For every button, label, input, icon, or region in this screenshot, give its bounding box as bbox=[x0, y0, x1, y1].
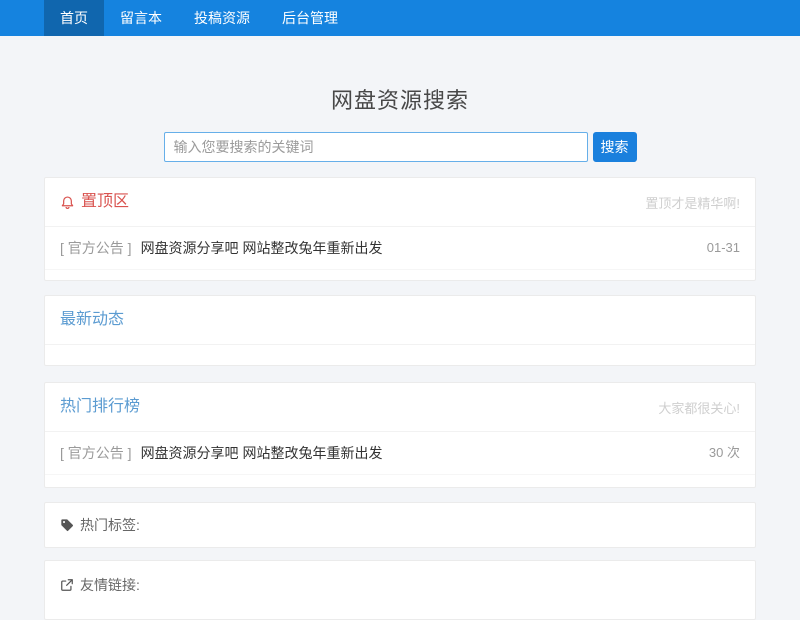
friend-links-panel: 友情链接: bbox=[44, 560, 756, 620]
pinned-panel-title-text: 置顶区 bbox=[81, 191, 129, 213]
post-category-tag: [ 官方公告 ] bbox=[60, 443, 132, 463]
nav-item-submit-resources[interactable]: 投稿资源 bbox=[178, 0, 266, 36]
latest-panel-empty-body bbox=[45, 345, 755, 365]
hot-ranking-panel: 热门排行榜 大家都很关心! [ 官方公告 ] 网盘资源分享吧 网站整改兔年重新出… bbox=[44, 382, 756, 488]
main-container: 网盘资源搜索 搜索 置顶区 置顶才是精华啊! [ 官方公告 ] 网盘资源分享吧 … bbox=[44, 83, 756, 620]
latest-panel-title: 最新动态 bbox=[60, 309, 124, 331]
post-title-link[interactable]: 网盘资源分享吧 网站整改兔年重新出发 bbox=[141, 238, 383, 258]
search-bar: 搜索 bbox=[44, 132, 756, 162]
external-link-icon bbox=[60, 578, 74, 592]
hot-ranking-panel-header: 热门排行榜 大家都很关心! bbox=[45, 383, 755, 432]
bell-icon bbox=[60, 195, 75, 210]
nav-item-home[interactable]: 首页 bbox=[44, 0, 104, 36]
page-title: 网盘资源搜索 bbox=[44, 83, 756, 115]
post-category-tag: [ 官方公告 ] bbox=[60, 238, 132, 258]
pinned-list-item[interactable]: [ 官方公告 ] 网盘资源分享吧 网站整改兔年重新出发 01-31 bbox=[45, 227, 755, 270]
friend-links-label: 友情链接: bbox=[80, 575, 140, 595]
hot-list-item[interactable]: [ 官方公告 ] 网盘资源分享吧 网站整改兔年重新出发 30 次 bbox=[45, 432, 755, 475]
hot-ranking-panel-subtitle: 大家都很关心! bbox=[658, 398, 740, 417]
hot-tags-line: 热门标签: bbox=[45, 503, 755, 547]
pinned-panel: 置顶区 置顶才是精华啊! [ 官方公告 ] 网盘资源分享吧 网站整改兔年重新出发… bbox=[44, 177, 756, 281]
top-navbar: 首页 留言本 投稿资源 后台管理 bbox=[0, 0, 800, 36]
hot-tags-label: 热门标签: bbox=[80, 515, 140, 535]
search-button[interactable]: 搜索 bbox=[593, 132, 637, 162]
post-date: 01-31 bbox=[707, 238, 740, 258]
panel-footer-spacer bbox=[45, 475, 755, 487]
panel-footer-spacer bbox=[45, 270, 755, 280]
friend-links-line: 友情链接: bbox=[45, 561, 755, 607]
pinned-panel-subtitle: 置顶才是精华啊! bbox=[645, 193, 740, 212]
pinned-panel-header: 置顶区 置顶才是精华啊! bbox=[45, 178, 755, 227]
hot-ranking-panel-title: 热门排行榜 bbox=[60, 396, 140, 418]
hot-ranking-panel-title-text: 热门排行榜 bbox=[60, 396, 140, 418]
nav-item-guestbook[interactable]: 留言本 bbox=[104, 0, 178, 36]
pinned-panel-title: 置顶区 bbox=[60, 191, 129, 213]
search-input[interactable] bbox=[164, 132, 588, 162]
latest-panel: 最新动态 bbox=[44, 295, 756, 366]
latest-panel-header: 最新动态 bbox=[45, 296, 755, 345]
post-title-link[interactable]: 网盘资源分享吧 网站整改兔年重新出发 bbox=[141, 443, 383, 463]
latest-panel-title-text: 最新动态 bbox=[60, 309, 124, 331]
hot-tags-panel: 热门标签: bbox=[44, 502, 756, 548]
tag-icon bbox=[60, 518, 74, 532]
nav-item-admin[interactable]: 后台管理 bbox=[266, 0, 354, 36]
post-view-count: 30 次 bbox=[709, 443, 740, 463]
